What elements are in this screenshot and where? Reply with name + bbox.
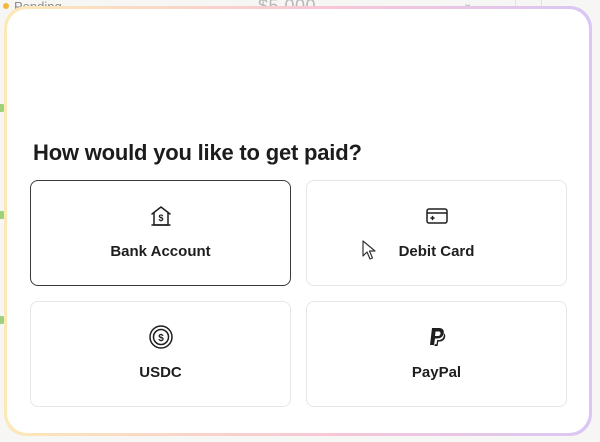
payout-method-modal: How would you like to get paid? $ Bank A… xyxy=(7,9,589,433)
mouse-cursor-icon xyxy=(362,240,376,265)
usdc-option[interactable]: $ USDC xyxy=(30,301,291,407)
option-label: PayPal xyxy=(411,364,462,381)
bank-account-option[interactable]: $ Bank Account xyxy=(30,180,291,286)
pending-status-dot xyxy=(3,3,9,9)
stage: Pending - $5,000 ⌄ How would you like to… xyxy=(0,0,600,442)
bank-icon: $ xyxy=(148,203,174,229)
paypal-icon xyxy=(424,324,450,350)
option-label: USDC xyxy=(139,364,182,381)
paypal-option[interactable]: PayPal xyxy=(306,301,567,407)
debit-card-icon xyxy=(424,203,450,229)
debit-card-option[interactable]: Debit Card xyxy=(306,180,567,286)
option-label: Bank Account xyxy=(110,243,211,260)
svg-text:$: $ xyxy=(158,333,164,344)
usdc-icon: $ xyxy=(148,324,174,350)
modal-title: How would you like to get paid? xyxy=(33,140,362,165)
option-label: Debit Card xyxy=(398,243,475,260)
svg-text:$: $ xyxy=(158,213,163,223)
payout-modal-frame: How would you like to get paid? $ Bank A… xyxy=(4,6,592,436)
